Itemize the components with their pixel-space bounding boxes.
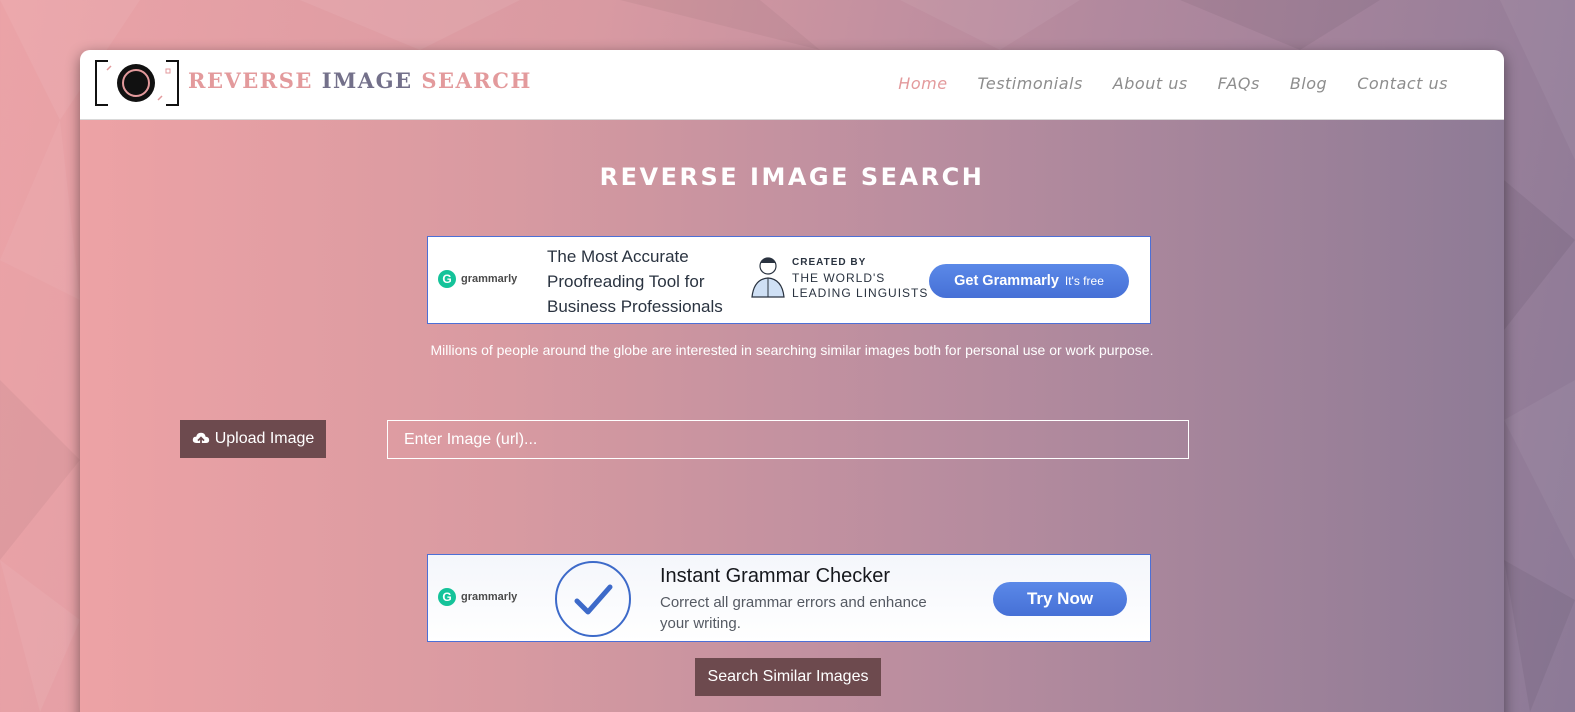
grammarly-banner-ad[interactable]: G grammarly The Most Accurate Proofreadi…: [427, 236, 1151, 324]
upload-image-label: Upload Image: [214, 430, 315, 447]
nav-faqs[interactable]: FAQs: [1218, 74, 1260, 93]
nav-testimonials[interactable]: Testimonials: [978, 74, 1083, 93]
grammarly-logo: G grammarly: [438, 588, 517, 606]
grammarly-wordmark: grammarly: [461, 591, 518, 603]
ad-title: Instant Grammar Checker: [660, 565, 891, 587]
main-nav: Home Testimonials About us FAQs Blog Con…: [898, 74, 1448, 93]
site-container: REVERSE IMAGE SEARCH Home Testimonials A…: [80, 50, 1504, 712]
logo-text[interactable]: REVERSE IMAGE SEARCH: [188, 68, 532, 93]
nav-home[interactable]: Home: [898, 74, 947, 93]
grammarly-wordmark: grammarly: [461, 273, 518, 285]
page-title: REVERSE IMAGE SEARCH: [599, 163, 985, 191]
checkmark-icon: [555, 561, 631, 637]
logo-word-image: IMAGE: [321, 68, 413, 93]
nav-about-us[interactable]: About us: [1113, 74, 1188, 93]
grammarly-icon: G: [438, 588, 456, 606]
logo-word-reverse: REVERSE: [188, 68, 313, 93]
nav-contact-us[interactable]: Contact us: [1357, 74, 1448, 93]
ad-description: Correct all grammar errors and enhance y…: [660, 594, 927, 632]
tagline: Millions of people around the globe are …: [430, 342, 1154, 358]
get-grammarly-label: Get Grammarly: [954, 273, 1059, 289]
try-now-button[interactable]: Try Now: [993, 582, 1127, 616]
grammarly-icon: G: [438, 270, 456, 288]
header: REVERSE IMAGE SEARCH Home Testimonials A…: [80, 50, 1504, 120]
ad-headline: The Most Accurate Proofreading Tool for …: [547, 247, 723, 316]
ad-credit-label: CREATED BY: [792, 257, 867, 268]
search-similar-images-button[interactable]: Search Similar Images: [695, 658, 881, 696]
cloud-upload-icon: [192, 432, 209, 446]
get-grammarly-button[interactable]: Get Grammarly It's free: [929, 264, 1129, 298]
linguist-illustration-icon: [751, 257, 785, 298]
grammarly-logo: G grammarly: [438, 270, 517, 288]
ad-credit-text: THE WORLD'S LEADING LINGUISTS: [792, 271, 929, 300]
logo-word-search: SEARCH: [421, 68, 532, 93]
grammar-checker-ad[interactable]: G grammarly Instant Grammar Checker Corr…: [427, 554, 1151, 642]
camera-logo-icon: [95, 60, 179, 106]
its-free-label: It's free: [1064, 274, 1104, 288]
nav-blog[interactable]: Blog: [1290, 74, 1327, 93]
ad-credit: CREATED BY THE WORLD'S LEADING LINGUISTS: [792, 257, 942, 301]
upload-image-button[interactable]: Upload Image: [180, 420, 326, 458]
image-url-input[interactable]: [387, 420, 1189, 459]
